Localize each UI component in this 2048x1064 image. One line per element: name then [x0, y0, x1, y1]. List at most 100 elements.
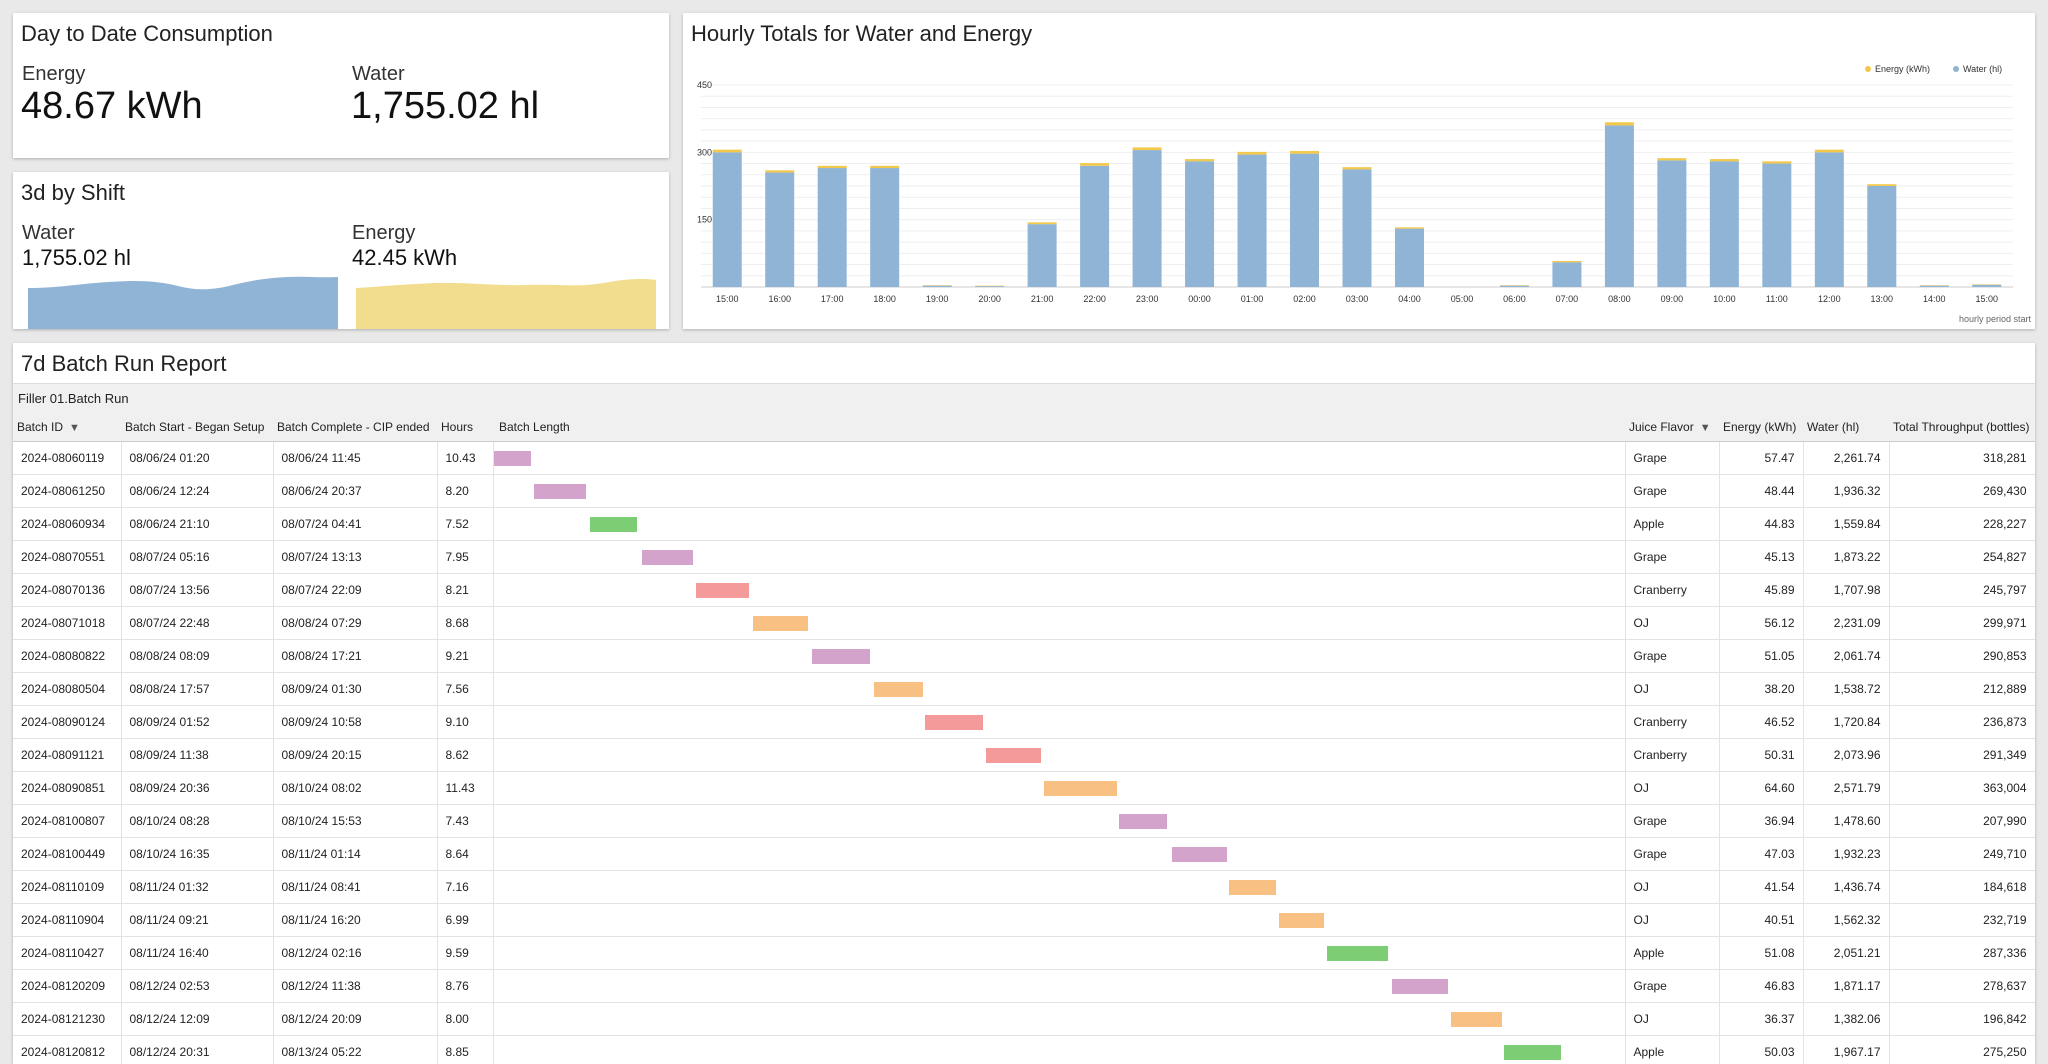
batch-length-bar[interactable] — [752, 616, 809, 631]
batch-length-bar[interactable] — [1504, 1045, 1561, 1060]
table-row[interactable]: 2024-08071018 08/07/24 22:48 08/08/24 07:2… — [13, 606, 2035, 640]
batch-length-bar[interactable] — [1229, 880, 1276, 895]
table-row[interactable]: 2024-08060119 08/06/24 01:20 08/06/24 11:4… — [13, 441, 2035, 475]
water-bar[interactable] — [1709, 161, 1739, 287]
water-bar[interactable] — [1394, 228, 1424, 287]
water-bar[interactable] — [1657, 160, 1687, 287]
col-batch-complete[interactable]: Batch Complete - CIP ended — [273, 413, 437, 442]
batch-length-bar[interactable] — [1451, 1012, 1503, 1027]
batch-length-bar[interactable] — [985, 748, 1042, 763]
sort-icon[interactable]: ▼ — [1700, 422, 1711, 434]
batch-length-bar[interactable] — [1119, 814, 1168, 829]
table-row[interactable]: 2024-08120209 08/12/24 02:53 08/12/24 11:3… — [13, 969, 2035, 1003]
table-row[interactable]: 2024-08091121 08/09/24 11:38 08/09/24 20:1… — [13, 738, 2035, 772]
col-energy[interactable]: Energy (kWh) — [1719, 413, 1803, 442]
water-bar[interactable] — [1132, 150, 1162, 287]
energy-bar[interactable] — [1237, 151, 1267, 155]
batch-length-bar[interactable] — [696, 583, 750, 598]
batch-length-bar[interactable] — [1043, 781, 1118, 796]
water-bar[interactable] — [1027, 224, 1057, 287]
water-bar[interactable] — [1919, 285, 1949, 287]
water-bar[interactable] — [1290, 153, 1320, 287]
table-row[interactable]: 2024-08120812 08/12/24 20:31 08/13/24 05:2… — [13, 1035, 2035, 1064]
col-throughput[interactable]: Total Throughput (bottles) — [1889, 413, 2035, 442]
energy-bar[interactable] — [1290, 150, 1320, 154]
batch-length-bar[interactable] — [641, 550, 693, 565]
col-hours[interactable]: Hours — [437, 413, 493, 442]
water-bar[interactable] — [975, 286, 1005, 287]
batch-length-bar[interactable] — [1326, 946, 1388, 961]
table-row[interactable]: 2024-08070551 08/07/24 05:16 08/07/24 13:1… — [13, 540, 2035, 574]
col-batch-length[interactable]: Batch Length — [493, 413, 1625, 442]
legend-label[interactable]: Energy (kWh) — [1875, 64, 1930, 74]
batch-length-cell — [493, 606, 1626, 640]
energy-bar[interactable] — [1080, 163, 1110, 166]
batch-length-bar[interactable] — [811, 649, 871, 664]
energy-bar[interactable] — [1604, 122, 1634, 126]
table-row[interactable]: 2024-08121230 08/12/24 12:09 08/12/24 20:0… — [13, 1002, 2035, 1036]
batch-length-bar[interactable] — [493, 451, 531, 466]
energy-bar[interactable] — [870, 165, 900, 169]
energy-bar[interactable] — [817, 165, 847, 169]
table-row[interactable]: 2024-08070136 08/07/24 13:56 08/07/24 22:0… — [13, 573, 2035, 607]
water-bar[interactable] — [1499, 285, 1529, 287]
batch-length-bar[interactable] — [924, 715, 983, 730]
water-bar[interactable] — [1762, 163, 1792, 287]
batch-length-bar[interactable] — [1279, 913, 1325, 928]
energy-bar[interactable] — [1657, 158, 1687, 161]
batch-end-cell: 08/06/24 20:37 — [273, 474, 438, 508]
water-bar[interactable] — [1552, 262, 1582, 287]
energy-bar[interactable] — [1814, 149, 1844, 153]
legend-label[interactable]: Water (hl) — [1963, 64, 2002, 74]
sort-icon[interactable]: ▼ — [69, 422, 80, 434]
water-bar[interactable] — [1080, 165, 1110, 287]
batch-start-cell: 08/09/24 01:52 — [121, 705, 274, 739]
energy-bar[interactable] — [1552, 260, 1582, 263]
table-row[interactable]: 2024-08060934 08/06/24 21:10 08/07/24 04:4… — [13, 507, 2035, 541]
energy-bar[interactable] — [712, 149, 742, 153]
table-row[interactable]: 2024-08090124 08/09/24 01:52 08/09/24 10:5… — [13, 705, 2035, 739]
energy-bar[interactable] — [1342, 167, 1372, 170]
table-row[interactable]: 2024-08090851 08/09/24 20:36 08/10/24 08:0… — [13, 771, 2035, 805]
water-bar[interactable] — [1185, 161, 1215, 287]
water-bar[interactable] — [1604, 125, 1634, 288]
table-row[interactable]: 2024-08110109 08/11/24 01:32 08/11/24 08:4… — [13, 870, 2035, 904]
col-water[interactable]: Water (hl) — [1803, 413, 1889, 442]
energy-bar[interactable] — [1762, 161, 1792, 164]
table-row[interactable]: 2024-08110427 08/11/24 16:40 08/12/24 02:1… — [13, 936, 2035, 970]
table-row[interactable]: 2024-08100807 08/10/24 08:28 08/10/24 15:5… — [13, 804, 2035, 838]
energy-bar[interactable] — [1867, 184, 1897, 186]
energy-bar[interactable] — [1185, 159, 1215, 162]
batch-length-bar[interactable] — [1171, 847, 1228, 862]
water-bar[interactable] — [765, 172, 795, 287]
water-bar[interactable] — [1237, 154, 1267, 287]
water-bar[interactable] — [1867, 186, 1897, 287]
table-row[interactable]: 2024-08110904 08/11/24 09:21 08/11/24 16:2… — [13, 903, 2035, 937]
energy-bar[interactable] — [1709, 159, 1739, 162]
energy-bar[interactable] — [1394, 227, 1424, 229]
water-bar[interactable] — [712, 152, 742, 287]
energy-bar[interactable] — [1132, 147, 1162, 151]
batch-length-bar[interactable] — [1392, 979, 1448, 994]
hours-cell: 9.10 — [437, 705, 494, 739]
water-bar[interactable] — [1814, 152, 1844, 287]
batch-length-bar[interactable] — [873, 682, 923, 697]
table-row[interactable]: 2024-08100449 08/10/24 16:35 08/11/24 01:1… — [13, 837, 2035, 871]
table-row[interactable]: 2024-08080504 08/08/24 17:57 08/09/24 01:3… — [13, 672, 2035, 706]
energy-bar[interactable] — [765, 170, 795, 173]
batch-length-bar[interactable] — [589, 517, 638, 532]
water-bar[interactable] — [922, 285, 952, 287]
hours-cell: 9.59 — [437, 936, 494, 970]
water-bar[interactable] — [870, 168, 900, 287]
table-row[interactable]: 2024-08061250 08/06/24 12:24 08/06/24 20:3… — [13, 474, 2035, 508]
water-bar[interactable] — [1342, 169, 1372, 287]
col-juice-flavor[interactable]: Juice Flavor ▼ — [1625, 413, 1719, 442]
col-batch-id[interactable]: Batch ID ▼ — [13, 413, 121, 442]
table-row[interactable]: 2024-08080822 08/08/24 08:09 08/08/24 17:2… — [13, 639, 2035, 673]
energy-bar[interactable] — [1027, 222, 1057, 225]
batch-length-bar[interactable] — [534, 484, 587, 499]
water-bar[interactable] — [817, 168, 847, 287]
water-bar[interactable] — [1972, 284, 2002, 287]
col-batch-start[interactable]: Batch Start - Began Setup — [121, 413, 273, 442]
batch-start-cell: 08/06/24 12:24 — [121, 474, 274, 508]
